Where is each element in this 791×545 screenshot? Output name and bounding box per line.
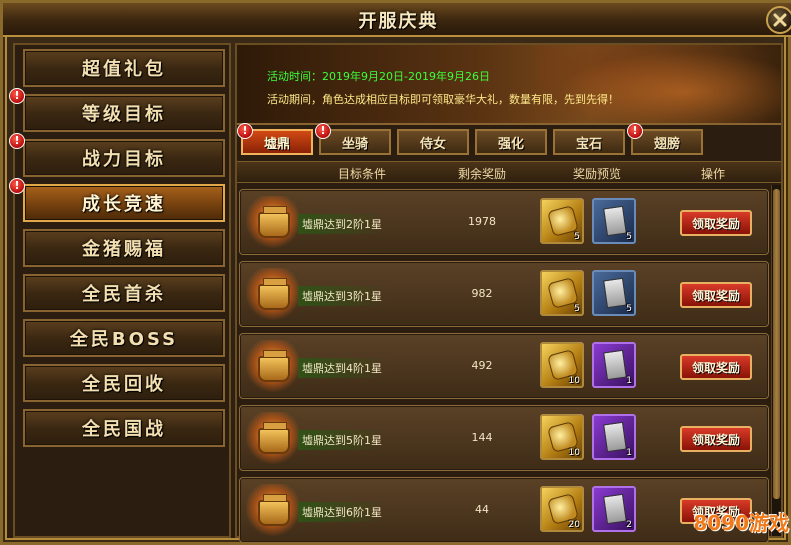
sidebar-item-0[interactable]: 超值礼包 (23, 49, 225, 87)
cauldron-shape (258, 206, 290, 238)
close-icon (773, 13, 787, 27)
tab-4[interactable]: 宝石 (553, 129, 625, 155)
item-count: 2 (626, 520, 632, 530)
cauldron-icon (246, 196, 300, 250)
scroll-icon (603, 493, 627, 525)
table-header: 目标条件 剩余奖励 奖励预览 操作 (237, 161, 781, 183)
remaining-rewards: 492 (471, 359, 493, 372)
reward-item[interactable]: 10 (540, 342, 584, 388)
cauldron-icon (246, 340, 300, 394)
event-description: 活动期间，角色达成相应目标即可领取豪华大礼，数量有限，先到先得！ (267, 93, 619, 106)
event-window: 开服庆典 超值礼包 等级目标! 战力目标! 成长竞速! 金猪赐福 全民首杀 全民BOSS 全民… (0, 0, 791, 545)
target-condition: 墟鼎达到4阶1星 (298, 358, 386, 378)
claim-reward-button[interactable]: 领取奖励 (680, 426, 752, 452)
sidebar-item-1[interactable]: 等级目标 (23, 94, 225, 132)
remaining-rewards: 982 (471, 287, 493, 300)
title-bar: 开服庆典 (3, 3, 791, 37)
alert-badge-icon: ! (627, 123, 643, 139)
column-header: 目标条件 (337, 167, 386, 181)
column-header: 奖励预览 (572, 167, 621, 181)
close-button[interactable] (766, 6, 791, 34)
reward-item[interactable]: 5 (592, 270, 636, 316)
reward-item[interactable]: 2 (592, 486, 636, 532)
cauldron-icon (246, 484, 300, 538)
item-count: 10 (568, 448, 580, 458)
reward-item[interactable]: 1 (592, 414, 636, 460)
table-row: 墟鼎达到4阶1星 492 10 1 领取奖励 (239, 333, 769, 399)
sidebar-item-5[interactable]: 全民首杀 (23, 274, 225, 312)
reward-item[interactable]: 1 (592, 342, 636, 388)
reward-item[interactable]: 20 (540, 486, 584, 532)
item-count: 1 (626, 448, 632, 458)
scrollbar[interactable] (771, 185, 781, 536)
target-condition: 墟鼎达到6阶1星 (298, 502, 386, 522)
item-count: 5 (574, 232, 580, 242)
tab-3[interactable]: 强化 (475, 129, 547, 155)
event-banner: 活动时间：2019年9月20日-2019年9月26日 活动期间，角色达成相应目标… (237, 45, 781, 125)
claim-reward-button[interactable]: 领取奖励 (680, 282, 752, 308)
sidebar-item-4[interactable]: 金猪赐福 (23, 229, 225, 267)
sidebar-item-6[interactable]: 全民BOSS (23, 319, 225, 357)
cauldron-shape (258, 422, 290, 454)
scroll-icon (603, 349, 627, 381)
reward-item[interactable]: 5 (540, 270, 584, 316)
banner-artwork (537, 45, 781, 123)
sidebar-item-7[interactable]: 全民回收 (23, 364, 225, 402)
sidebar-item-8[interactable]: 全民国战 (23, 409, 225, 447)
item-count: 1 (626, 376, 632, 386)
cauldron-icon (246, 268, 300, 322)
table-row: 墟鼎达到2阶1星 1978 5 5 领取奖励 (239, 189, 769, 255)
cauldron-shape (258, 278, 290, 310)
table-row: 墟鼎达到3阶1星 982 5 5 领取奖励 (239, 261, 769, 327)
item-count: 10 (568, 376, 580, 386)
scrollbar-thumb[interactable] (773, 189, 780, 499)
column-header: 剩余奖励 (457, 167, 506, 181)
item-count: 5 (626, 304, 632, 314)
scroll-icon (603, 277, 627, 309)
sidebar: 超值礼包 等级目标! 战力目标! 成长竞速! 金猪赐福 全民首杀 全民BOSS 全民回收 全民国… (9, 43, 231, 538)
main-panel: 活动时间：2019年9月20日-2019年9月26日 活动期间，角色达成相应目标… (235, 43, 783, 543)
tab-2[interactable]: 侍女 (397, 129, 469, 155)
scroll-icon (603, 421, 627, 453)
column-header: 操作 (700, 167, 725, 181)
claim-reward-button[interactable]: 领取奖励 (680, 210, 752, 236)
remaining-rewards: 1978 (468, 215, 496, 228)
remaining-rewards: 44 (475, 503, 489, 516)
scroll-icon (603, 205, 627, 237)
cauldron-icon (246, 412, 300, 466)
event-date: 活动时间：2019年9月20日-2019年9月26日 (267, 70, 490, 83)
category-tabs: 墟鼎! 坐骑! 侍女 强化 宝石 翅膀! (237, 123, 781, 157)
item-count: 5 (626, 232, 632, 242)
target-condition: 墟鼎达到3阶1星 (298, 286, 386, 306)
remaining-rewards: 144 (471, 431, 493, 444)
sidebar-item-2[interactable]: 战力目标 (23, 139, 225, 177)
cauldron-shape (258, 494, 290, 526)
cauldron-shape (258, 350, 290, 382)
site-watermark: 8090游戏 (693, 510, 789, 535)
reward-item[interactable]: 10 (540, 414, 584, 460)
claim-reward-button[interactable]: 领取奖励 (680, 354, 752, 380)
alert-badge-icon: ! (9, 178, 25, 194)
window-title: 开服庆典 (358, 11, 439, 32)
table-row: 墟鼎达到5阶1星 144 10 1 领取奖励 (239, 405, 769, 471)
target-condition: 墟鼎达到5阶1星 (298, 430, 386, 450)
alert-badge-icon: ! (9, 133, 25, 149)
item-count: 20 (568, 520, 580, 530)
alert-badge-icon: ! (237, 123, 253, 139)
alert-badge-icon: ! (315, 123, 331, 139)
reward-item[interactable]: 5 (540, 198, 584, 244)
target-condition: 墟鼎达到2阶1星 (298, 214, 386, 234)
alert-badge-icon: ! (9, 88, 25, 104)
item-count: 5 (574, 304, 580, 314)
sidebar-item-3[interactable]: 成长竞速 (23, 184, 225, 222)
reward-item[interactable]: 5 (592, 198, 636, 244)
